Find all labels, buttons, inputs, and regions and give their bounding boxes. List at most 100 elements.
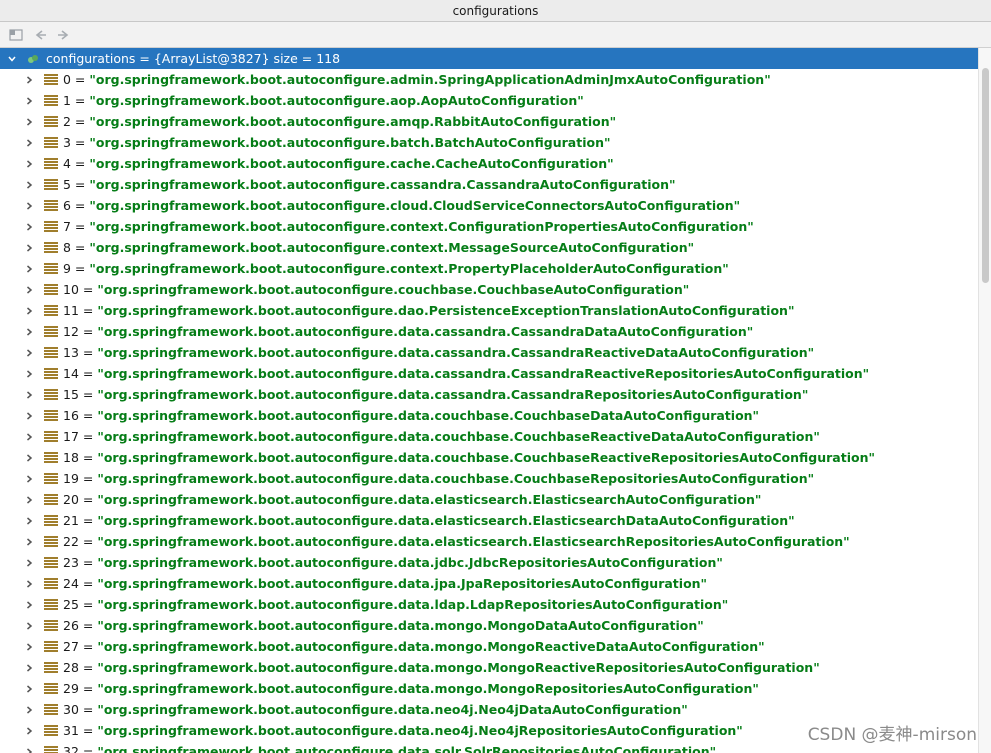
item-value: "org.springframework.boot.autoconfigure.… — [97, 681, 759, 696]
chevron-right-icon[interactable] — [23, 641, 35, 653]
list-item[interactable]: 4 = "org.springframework.boot.autoconfig… — [0, 153, 978, 174]
field-icon — [44, 304, 58, 317]
item-equals: = — [78, 723, 98, 738]
window-titlebar: configurations — [0, 0, 991, 22]
chevron-right-icon[interactable] — [23, 662, 35, 674]
list-item[interactable]: 17 = "org.springframework.boot.autoconfi… — [0, 426, 978, 447]
back-arrow-icon[interactable] — [30, 25, 50, 45]
list-item[interactable]: 26 = "org.springframework.boot.autoconfi… — [0, 615, 978, 636]
field-icon — [44, 220, 58, 233]
list-item[interactable]: 1 = "org.springframework.boot.autoconfig… — [0, 90, 978, 111]
chevron-down-icon[interactable] — [6, 53, 18, 65]
item-equals: = — [78, 618, 98, 633]
chevron-right-icon[interactable] — [23, 95, 35, 107]
chevron-right-icon[interactable] — [23, 368, 35, 380]
forward-arrow-icon[interactable] — [54, 25, 74, 45]
chevron-right-icon[interactable] — [23, 410, 35, 422]
list-item[interactable]: 14 = "org.springframework.boot.autoconfi… — [0, 363, 978, 384]
item-value: "org.springframework.boot.autoconfigure.… — [89, 240, 695, 255]
list-item[interactable]: 12 = "org.springframework.boot.autoconfi… — [0, 321, 978, 342]
chevron-right-icon[interactable] — [23, 683, 35, 695]
list-item[interactable]: 3 = "org.springframework.boot.autoconfig… — [0, 132, 978, 153]
chevron-right-icon[interactable] — [23, 284, 35, 296]
chevron-right-icon[interactable] — [23, 431, 35, 443]
chevron-right-icon[interactable] — [23, 620, 35, 632]
field-icon — [44, 493, 58, 506]
chevron-right-icon[interactable] — [23, 116, 35, 128]
list-item[interactable]: 6 = "org.springframework.boot.autoconfig… — [0, 195, 978, 216]
chevron-right-icon[interactable] — [23, 704, 35, 716]
list-item[interactable]: 30 = "org.springframework.boot.autoconfi… — [0, 699, 978, 720]
item-index: 0 — [63, 72, 71, 87]
list-item[interactable]: 0 = "org.springframework.boot.autoconfig… — [0, 69, 978, 90]
list-item[interactable]: 21 = "org.springframework.boot.autoconfi… — [0, 510, 978, 531]
field-icon — [44, 430, 58, 443]
list-item[interactable]: 8 = "org.springframework.boot.autoconfig… — [0, 237, 978, 258]
field-icon — [44, 598, 58, 611]
chevron-right-icon[interactable] — [23, 347, 35, 359]
chevron-right-icon[interactable] — [23, 746, 35, 753]
chevron-right-icon[interactable] — [23, 578, 35, 590]
list-item[interactable]: 18 = "org.springframework.boot.autoconfi… — [0, 447, 978, 468]
list-item[interactable]: 25 = "org.springframework.boot.autoconfi… — [0, 594, 978, 615]
list-item[interactable]: 27 = "org.springframework.boot.autoconfi… — [0, 636, 978, 657]
item-index: 2 — [63, 114, 71, 129]
chevron-right-icon[interactable] — [23, 305, 35, 317]
chevron-right-icon[interactable] — [23, 389, 35, 401]
item-index: 4 — [63, 156, 71, 171]
local-variable-icon — [26, 52, 40, 66]
item-equals: = — [78, 282, 98, 297]
scrollbar-thumb[interactable] — [982, 68, 989, 283]
chevron-right-icon[interactable] — [23, 200, 35, 212]
item-index: 21 — [63, 513, 79, 528]
chevron-right-icon[interactable] — [23, 326, 35, 338]
item-equals: = — [78, 660, 98, 675]
field-icon — [44, 115, 58, 128]
item-value: "org.springframework.boot.autoconfigure.… — [97, 282, 690, 297]
list-item[interactable]: 19 = "org.springframework.boot.autoconfi… — [0, 468, 978, 489]
chevron-right-icon[interactable] — [23, 494, 35, 506]
list-item[interactable]: 9 = "org.springframework.boot.autoconfig… — [0, 258, 978, 279]
chevron-right-icon[interactable] — [23, 74, 35, 86]
list-item[interactable]: 7 = "org.springframework.boot.autoconfig… — [0, 216, 978, 237]
field-icon — [44, 451, 58, 464]
list-item[interactable]: 15 = "org.springframework.boot.autoconfi… — [0, 384, 978, 405]
chevron-right-icon[interactable] — [23, 599, 35, 611]
field-icon — [44, 346, 58, 359]
chevron-right-icon[interactable] — [23, 158, 35, 170]
chevron-right-icon[interactable] — [23, 242, 35, 254]
chevron-right-icon[interactable] — [23, 473, 35, 485]
chevron-right-icon[interactable] — [23, 557, 35, 569]
chevron-right-icon[interactable] — [23, 515, 35, 527]
item-equals: = — [70, 177, 90, 192]
vertical-scrollbar[interactable] — [978, 48, 991, 753]
field-icon — [44, 283, 58, 296]
list-item[interactable]: 28 = "org.springframework.boot.autoconfi… — [0, 657, 978, 678]
list-item[interactable]: 11 = "org.springframework.boot.autoconfi… — [0, 300, 978, 321]
layout-icon[interactable] — [6, 25, 26, 45]
chevron-right-icon[interactable] — [23, 263, 35, 275]
list-item[interactable]: 29 = "org.springframework.boot.autoconfi… — [0, 678, 978, 699]
item-value: "org.springframework.boot.autoconfigure.… — [97, 345, 815, 360]
list-item[interactable]: 23 = "org.springframework.boot.autoconfi… — [0, 552, 978, 573]
item-value: "org.springframework.boot.autoconfigure.… — [97, 303, 795, 318]
list-item[interactable]: 10 = "org.springframework.boot.autoconfi… — [0, 279, 978, 300]
list-item[interactable]: 22 = "org.springframework.boot.autoconfi… — [0, 531, 978, 552]
list-item[interactable]: 2 = "org.springframework.boot.autoconfig… — [0, 111, 978, 132]
list-item[interactable]: 5 = "org.springframework.boot.autoconfig… — [0, 174, 978, 195]
chevron-right-icon[interactable] — [23, 452, 35, 464]
chevron-right-icon[interactable] — [23, 536, 35, 548]
list-item[interactable]: 16 = "org.springframework.boot.autoconfi… — [0, 405, 978, 426]
tree-root-row[interactable]: configurations = {ArrayList@3827} size =… — [0, 48, 978, 69]
chevron-right-icon[interactable] — [23, 725, 35, 737]
variables-tree[interactable]: configurations = {ArrayList@3827} size =… — [0, 48, 978, 753]
list-item[interactable]: 20 = "org.springframework.boot.autoconfi… — [0, 489, 978, 510]
list-item[interactable]: 24 = "org.springframework.boot.autoconfi… — [0, 573, 978, 594]
item-value: "org.springframework.boot.autoconfigure.… — [97, 387, 809, 402]
chevron-right-icon[interactable] — [23, 137, 35, 149]
chevron-right-icon[interactable] — [23, 221, 35, 233]
item-value: "org.springframework.boot.autoconfigure.… — [89, 135, 611, 150]
list-item[interactable]: 13 = "org.springframework.boot.autoconfi… — [0, 342, 978, 363]
toolbar — [0, 22, 991, 48]
chevron-right-icon[interactable] — [23, 179, 35, 191]
